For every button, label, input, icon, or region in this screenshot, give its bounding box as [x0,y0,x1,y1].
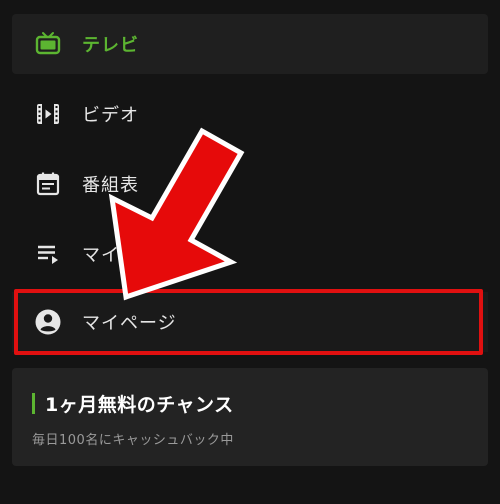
film-icon [34,100,62,128]
sidebar-item-my-list[interactable]: マイリスト [12,224,488,284]
sidebar-item-tv[interactable]: テレビ [12,14,488,74]
promo-accent-bar [32,393,35,414]
sidebar-item-label: マイページ [82,313,177,334]
sidebar-item-label: ビデオ [82,105,139,126]
calendar-icon [34,170,62,198]
sidebar-item-tv-guide[interactable]: 番組表 [12,154,488,214]
playlist-icon [34,240,62,268]
sidebar-item-label: マイリスト [82,245,177,266]
sidebar-item-video[interactable]: ビデオ [12,84,488,144]
promo-subtitle: 毎日100名にキャッシュバック中 [32,433,234,448]
sidebar-item-my-page[interactable]: マイページ [12,292,488,352]
sidebar-item-label: テレビ [82,35,139,56]
sidebar-item-label: 番組表 [82,175,139,196]
tv-icon [34,30,62,58]
promo-title: 1ヶ月無料のチャンス [45,394,234,416]
promo-card[interactable]: 1ヶ月無料のチャンス 毎日100名にキャッシュバック中 [12,368,488,466]
account-circle-icon [34,308,62,336]
